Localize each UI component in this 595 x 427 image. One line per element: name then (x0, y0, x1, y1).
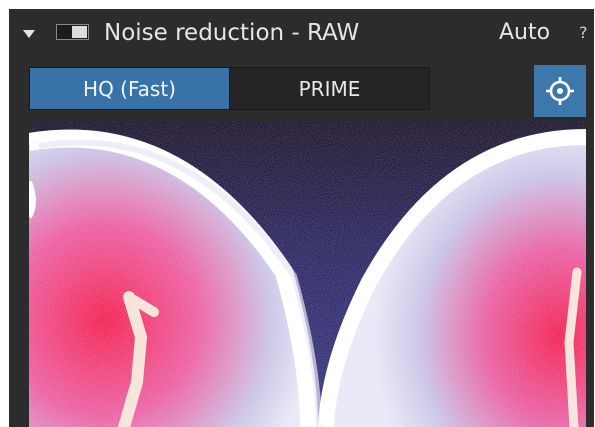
crosshair-icon (546, 77, 574, 105)
chevron-down-icon[interactable] (22, 26, 36, 40)
panel-title: Noise reduction - RAW (104, 20, 360, 46)
loupe-picker-button[interactable] (534, 65, 586, 117)
toggle-knob (72, 26, 87, 38)
mode-prime-button[interactable]: PRIME (229, 68, 429, 109)
panel-header: Noise reduction - RAW Auto ? (9, 9, 594, 59)
mode-selector: HQ (Fast) PRIME (29, 67, 430, 110)
auto-button[interactable]: Auto (499, 19, 550, 47)
enable-toggle[interactable] (56, 24, 89, 40)
mode-hq-fast-button[interactable]: HQ (Fast) (30, 68, 229, 109)
help-button[interactable]: ? (579, 22, 588, 44)
noise-preview-image[interactable] (29, 122, 586, 427)
noise-reduction-panel: Noise reduction - RAW Auto ? HQ (Fast) P… (9, 9, 594, 427)
